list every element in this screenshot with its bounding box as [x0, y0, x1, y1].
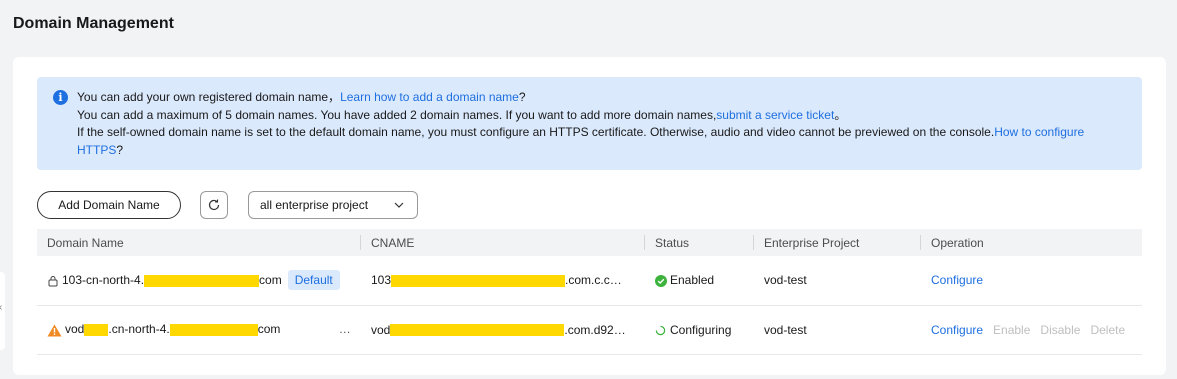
default-badge: Default: [287, 270, 340, 291]
cname-suffix: .com.c.c…: [565, 273, 622, 288]
notice-line2: You can add a maximum of 5 domain names.…: [77, 107, 717, 122]
col-enterprise-project: Enterprise Project: [754, 229, 921, 256]
disable-link[interactable]: Disable: [1040, 323, 1080, 337]
table-header: Domain Name CNAME Status Enterprise Proj…: [37, 229, 1142, 256]
configure-link[interactable]: Configure: [931, 273, 983, 287]
domain-mid: .cn-north-4.: [108, 322, 170, 337]
domain-prefix: vod: [65, 322, 85, 337]
cname-suffix: .com.d92…: [564, 322, 626, 337]
status-text: Enabled: [670, 273, 715, 288]
domain-prefix: 103-cn-north-4.: [62, 273, 145, 288]
status-cell: Enabled: [645, 256, 754, 306]
warning-icon: [47, 324, 62, 337]
cname-cell: vod .com.d92…: [361, 305, 645, 355]
operation-cell: Configure Enable Disable Delete: [921, 305, 1142, 355]
redaction: [144, 275, 260, 288]
delete-link[interactable]: Delete: [1090, 323, 1125, 337]
project-cell: vod-test: [754, 305, 921, 355]
page-title: Domain Management: [13, 15, 174, 32]
chevron-down-icon: [394, 202, 404, 208]
cname-cell: 103 .com.c.c…: [361, 256, 645, 306]
cname-prefix: vod: [371, 322, 391, 337]
cname-prefix: 103: [371, 273, 392, 288]
redaction: [84, 324, 109, 337]
notice-line1: You can add your own registered domain n…: [77, 90, 341, 104]
status-cell: Configuring: [645, 305, 754, 355]
redaction: [390, 324, 565, 337]
notice-line2-end: 。: [834, 107, 847, 122]
learn-add-domain-link[interactable]: Learn how to add a domain name: [340, 90, 519, 104]
enterprise-project-select[interactable]: all enterprise project: [248, 191, 418, 219]
table-row: vod .cn-north-4. com … vod .com.d92… Config…: [37, 305, 1142, 355]
notice-line3-end: ?: [116, 142, 124, 157]
add-domain-button[interactable]: Add Domain Name: [37, 191, 181, 219]
notice-text: You can add your own registered domain n…: [77, 89, 1107, 159]
operation-cell: Configure: [921, 256, 1142, 306]
enterprise-project-value: all enterprise project: [260, 198, 369, 212]
redaction: [169, 324, 258, 337]
loading-icon: [655, 325, 666, 336]
notice-line1-end: ?: [518, 90, 526, 104]
lock-icon: [48, 276, 58, 287]
configure-link[interactable]: Configure: [931, 323, 983, 337]
notice-line3: If the self-owned domain name is set to …: [77, 125, 995, 139]
domain-cell: 103-cn-north-4. com Default: [37, 256, 361, 306]
refresh-icon: [208, 199, 220, 211]
domain-table: Domain Name CNAME Status Enterprise Proj…: [37, 229, 1142, 355]
col-operation: Operation: [931, 235, 984, 250]
refresh-button[interactable]: [200, 191, 228, 219]
col-status: Status: [645, 229, 754, 256]
service-ticket-link[interactable]: submit a service ticket: [716, 108, 834, 122]
domain-suffix: com: [259, 273, 282, 288]
col-cname: CNAME: [361, 229, 645, 256]
check-circle-icon: [655, 275, 667, 288]
redaction: [391, 275, 566, 288]
side-panel-handle[interactable]: ‹: [0, 272, 5, 350]
domain-cell: vod .cn-north-4. com …: [37, 305, 361, 355]
enable-link[interactable]: Enable: [993, 323, 1030, 337]
status-text: Configuring: [670, 322, 732, 337]
domain-suffix: com: [257, 322, 281, 337]
more-ellipsis[interactable]: …: [339, 322, 351, 336]
col-domain-name: Domain Name: [37, 229, 361, 256]
info-notice: i You can add your own registered domain…: [37, 77, 1142, 170]
project-cell: vod-test: [754, 256, 921, 306]
domain-card: i You can add your own registered domain…: [13, 57, 1166, 375]
info-icon: i: [53, 90, 68, 105]
table-row: 103-cn-north-4. com Default 103 .com.c.c… E…: [37, 256, 1142, 306]
